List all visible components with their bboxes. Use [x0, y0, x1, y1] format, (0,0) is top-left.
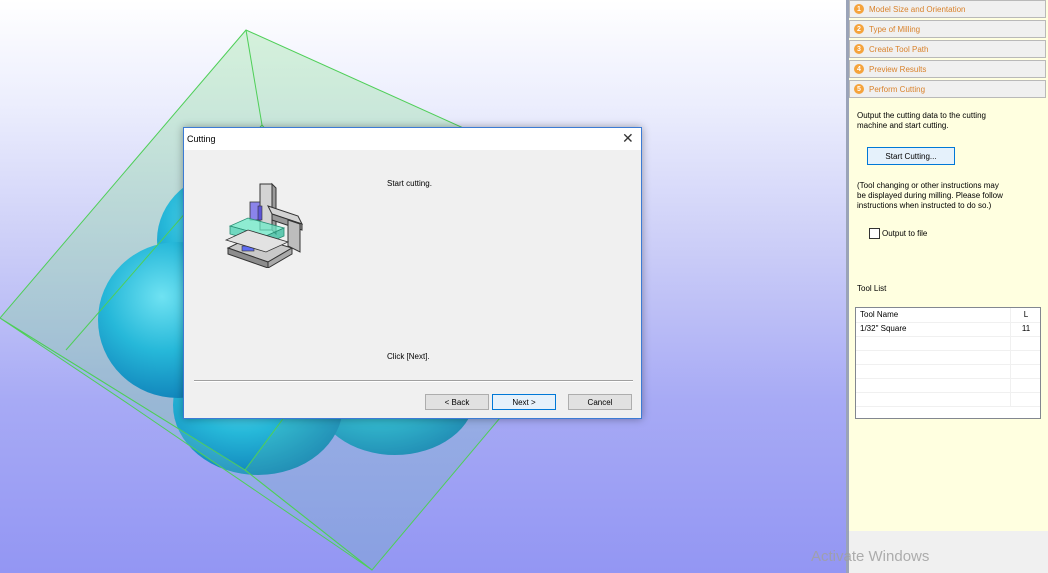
cancel-button[interactable]: Cancel — [568, 394, 632, 410]
dialog-message-top: Start cutting. — [387, 179, 432, 188]
tool-list-table[interactable]: Tool Name L 1/32" Square 11 — [855, 307, 1041, 419]
step-label: Perform Cutting — [869, 84, 926, 94]
header-length[interactable]: L — [1013, 310, 1039, 319]
dialog-title: Cutting — [187, 134, 216, 144]
start-cutting-button[interactable]: Start Cutting... — [867, 147, 955, 165]
table-header-row: Tool Name L — [856, 308, 1040, 323]
table-row-empty — [856, 364, 1040, 379]
checkbox-box[interactable] — [869, 228, 880, 239]
tool-length-cell: 11 — [1021, 324, 1031, 333]
output-to-file-checkbox[interactable]: Output to file — [869, 228, 927, 239]
tool-list-label: Tool List — [857, 284, 887, 293]
step-label: Create Tool Path — [869, 44, 929, 54]
table-row[interactable]: 1/32" Square 11 — [856, 322, 1040, 337]
dialog-message-bottom: Click [Next]. — [387, 352, 430, 361]
header-tool-name[interactable]: Tool Name — [860, 310, 898, 319]
step-number-icon: 5 — [854, 84, 864, 94]
tool-name-cell: 1/32" Square — [860, 324, 907, 333]
step-type-of-milling[interactable]: 2 Type of Milling — [849, 20, 1046, 38]
table-row-empty — [856, 378, 1040, 393]
back-button[interactable]: < Back — [425, 394, 489, 410]
step-number-icon: 3 — [854, 44, 864, 54]
perform-cutting-description: Output the cutting data to the cutting m… — [857, 111, 986, 130]
step-create-tool-path[interactable]: 3 Create Tool Path — [849, 40, 1046, 58]
tool-change-note: (Tool changing or other instructions may… — [857, 181, 1003, 210]
output-to-file-label: Output to file — [882, 229, 928, 238]
step-label: Type of Milling — [869, 24, 921, 34]
table-row-empty — [856, 392, 1040, 407]
next-button[interactable]: Next > — [492, 394, 556, 410]
step-label: Preview Results — [869, 64, 927, 74]
step-number-icon: 1 — [854, 4, 864, 14]
cutting-dialog: Cutting ✕ Start cutting. Click [Next]. <… — [183, 127, 642, 419]
activate-windows-watermark: Activate Windows — [811, 548, 930, 565]
step-perform-cutting[interactable]: 5 Perform Cutting — [849, 80, 1046, 98]
milling-machine-icon — [224, 182, 303, 268]
close-icon[interactable]: ✕ — [622, 130, 634, 147]
step-number-icon: 2 — [854, 24, 864, 34]
step-model-size[interactable]: 1 Model Size and Orientation — [849, 0, 1046, 18]
table-row-empty — [856, 350, 1040, 365]
step-label: Model Size and Orientation — [869, 4, 966, 14]
step-preview-results[interactable]: 4 Preview Results — [849, 60, 1046, 78]
dialog-divider — [194, 380, 633, 382]
milling-steps-panel: 1 Model Size and Orientation 2 Type of M… — [849, 0, 1048, 573]
step-number-icon: 4 — [854, 64, 864, 74]
table-row-empty — [856, 336, 1040, 351]
dialog-title-bar[interactable]: Cutting ✕ — [184, 128, 641, 150]
